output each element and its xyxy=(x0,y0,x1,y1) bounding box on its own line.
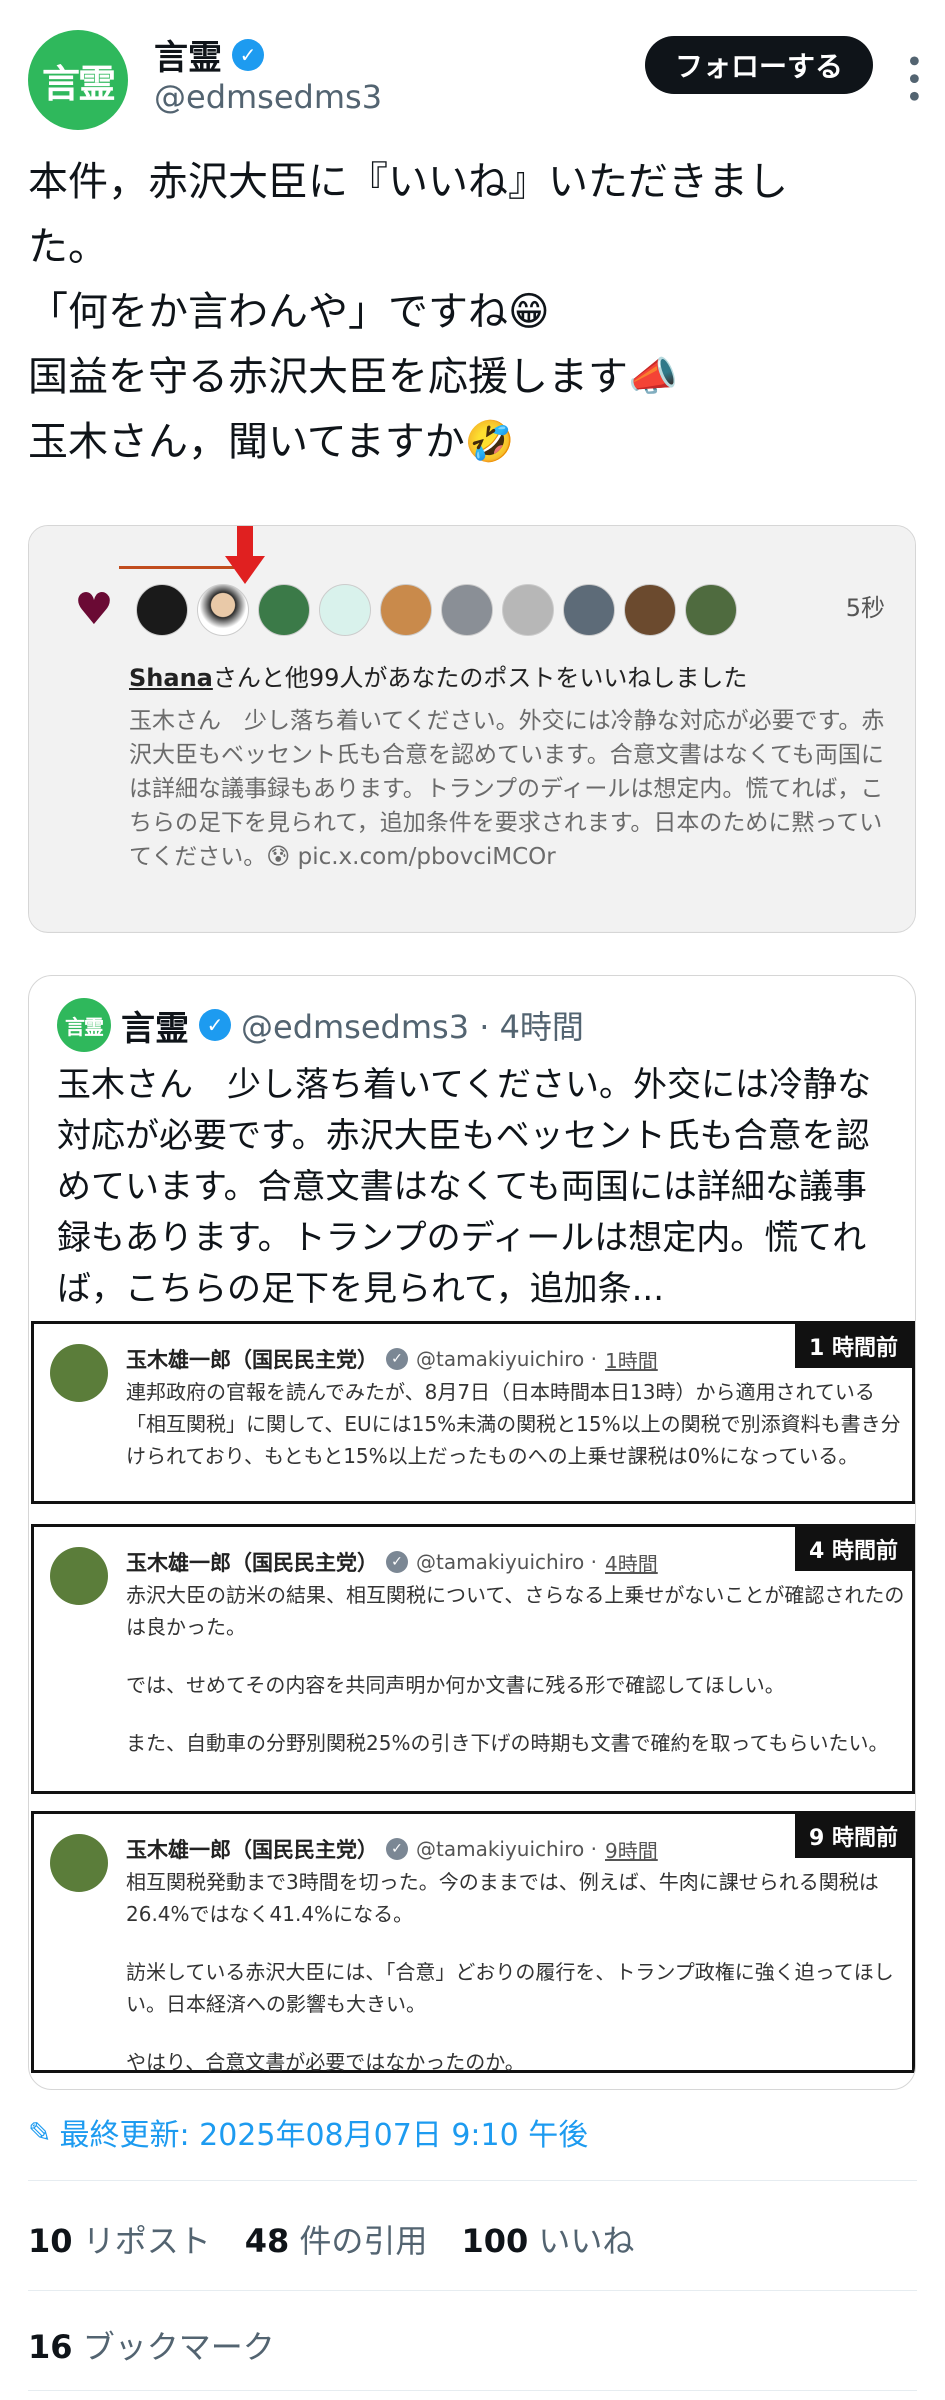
quotes-stat[interactable]: 48 件の引用 xyxy=(245,2216,428,2262)
embedded-handle: @tamakiyuichiro · xyxy=(416,1550,598,1574)
embedded-body: 赤沢大臣の訪米の結果、相互関税について、さらなる上乗せがないことが確認されたのは… xyxy=(126,1579,906,1759)
author-name[interactable]: 言霊 xyxy=(154,30,222,79)
quotes-count: 48 xyxy=(244,2222,290,2260)
liker-avatar xyxy=(380,584,432,636)
liker-avatar xyxy=(258,584,310,636)
embedded-paragraph: やはり、合意文書が必要ではなかったのか。 xyxy=(126,2050,525,2074)
embedded-author-name: 玉木雄一郎（国民民主党） xyxy=(126,1348,378,1372)
reposts-count: 10 xyxy=(28,2222,73,2260)
embedded-author-avatar xyxy=(50,1547,108,1605)
post-line: 「何をか言わんや」ですね😁 xyxy=(28,289,550,335)
more-options-icon[interactable]: ••• xyxy=(895,52,930,105)
embedded-paragraph: 連邦政府の官報を読んでみたが、8月7日（日本時間本日13時）から適用されている「… xyxy=(126,1380,901,1468)
quotes-label: 件の引用 xyxy=(299,2222,428,2260)
embedded-time: 9時間 xyxy=(605,1838,658,1863)
author-handle[interactable]: @edmsedms3 xyxy=(154,78,382,116)
embedded-author-line: 玉木雄一郎（国民民主党） ✓ @tamakiyuichiro · 9時間 xyxy=(126,1834,658,1864)
verified-badge-icon: ✓ xyxy=(232,38,264,71)
notification-screenshot: ♥ 5秒 Shanaさんと他99人があなたのポストをいいねしました 玉木さん 少… xyxy=(29,526,915,931)
divider xyxy=(28,2290,917,2291)
embedded-paragraph: また、自動車の分野別関税25%の引き下げの時期も文書で確約を取ってもらいたい。 xyxy=(126,1731,889,1755)
author-avatar[interactable]: 言霊 xyxy=(28,30,128,130)
embedded-tweet-screenshot: 1 時間前 玉木雄一郎（国民民主党） ✓ @tamakiyuichiro · 1… xyxy=(31,1321,915,1504)
last-updated-text: 最終更新: 2025年08月07日 9:10 午後 xyxy=(59,2118,589,2153)
embedded-time: 4時間 xyxy=(605,1551,658,1576)
quoted-author-avatar: 言霊 xyxy=(57,998,111,1052)
embedded-author-line: 玉木雄一郎（国民民主党） ✓ @tamakiyuichiro · 4時間 xyxy=(126,1547,658,1577)
embedded-body: 相互関税発動まで3時間を切った。今のままでは、例えば、牛肉に課せられる関税は26… xyxy=(126,1866,906,2078)
liker-avatar xyxy=(563,584,615,636)
quoted-post-header: 言霊 言霊 ✓ @edmsedms3 · 4時間 xyxy=(57,998,584,1052)
likes-count: 100 xyxy=(461,2222,529,2260)
embedded-paragraph: 赤沢大臣の訪米の結果、相互関税について、さらなる上乗せがないことが確認されたのは… xyxy=(126,1583,905,1639)
liker-avatar xyxy=(197,584,249,636)
embedded-paragraph: では、せめてその内容を共同声明か何か文書に残る形で確認してほしい。 xyxy=(126,1673,785,1697)
notification-time: 5秒 xyxy=(845,594,885,622)
attached-image-notification[interactable]: ♥ 5秒 Shanaさんと他99人があなたのポストをいいねしました 玉木さん 少… xyxy=(28,525,916,933)
verified-badge-icon: ✓ xyxy=(386,1838,408,1860)
divider xyxy=(28,2390,917,2391)
likes-label: いいね xyxy=(538,2222,635,2260)
author-name-row: 言霊 ✓ xyxy=(154,30,264,79)
liker-avatar xyxy=(441,584,493,636)
post-header: 言霊 言霊 ✓ @edmsedms3 フォローする ••• xyxy=(28,26,930,130)
embedded-handle: @tamakiyuichiro · xyxy=(416,1837,598,1861)
embedded-author-avatar xyxy=(50,1834,108,1892)
post-line: 国益を守る赤沢大臣を応援します📣 xyxy=(28,354,678,400)
quoted-avatar-wrap: 言霊 xyxy=(57,998,111,1052)
notification-title-rest: さんと他99人があなたのポストをいいねしました xyxy=(212,664,748,692)
embedded-time: 1時間 xyxy=(605,1348,658,1373)
embedded-paragraph: 相互関税発動まで3時間を切った。今のままでは、例えば、牛肉に課せられる関税は26… xyxy=(126,1870,879,1926)
reposts-label: リポスト xyxy=(82,2222,211,2260)
quoted-post[interactable]: 言霊 言霊 ✓ @edmsedms3 · 4時間 玉木さん 少し落ち着いてくださ… xyxy=(28,975,916,2090)
liker-avatar xyxy=(685,584,737,636)
embedded-author-avatar xyxy=(50,1344,108,1402)
reposts-stat[interactable]: 10 リポスト xyxy=(28,2216,211,2262)
embedded-author-line: 玉木雄一郎（国民民主党） ✓ @tamakiyuichiro · 1時間 xyxy=(126,1344,658,1374)
notification-title: Shanaさんと他99人があなたのポストをいいねしました xyxy=(129,658,747,693)
heart-icon: ♥ xyxy=(74,584,114,635)
bookmarks-label: ブックマーク xyxy=(82,2328,275,2366)
embedded-body: 連邦政府の官報を読んでみたが、8月7日（日本時間本日13時）から適用されている「… xyxy=(126,1376,906,1472)
embedded-tweet-screenshot: 4 時間前 玉木雄一郎（国民民主党） ✓ @tamakiyuichiro · 4… xyxy=(31,1524,915,1794)
bookmarks-stat[interactable]: 16 ブックマーク xyxy=(28,2322,275,2368)
liker-avatar xyxy=(502,584,554,636)
red-arrow-icon xyxy=(225,526,265,584)
edit-pencil-icon: ✎ xyxy=(28,2115,52,2149)
verified-badge-icon: ✓ xyxy=(386,1348,408,1370)
post-text: 本件，赤沢大臣に『いいね』いただきまし た。 「何をか言わんや」ですね😁 国益を… xyxy=(28,150,908,475)
divider xyxy=(28,2180,917,2181)
embedded-author-name: 玉木雄一郎（国民民主党） xyxy=(126,1551,378,1575)
verified-badge-icon: ✓ xyxy=(199,1009,231,1041)
liker-avatar xyxy=(624,584,676,636)
time-ago-tag: 9 時間前 xyxy=(795,1814,912,1858)
liker-avatar xyxy=(319,584,371,636)
verified-badge-icon: ✓ xyxy=(386,1551,408,1573)
follow-button[interactable]: フォローする xyxy=(644,36,873,94)
last-updated[interactable]: ✎ 最終更新: 2025年08月07日 9:10 午後 xyxy=(28,2110,588,2154)
time-ago-tag: 1 時間前 xyxy=(795,1324,912,1368)
embedded-author-name: 玉木雄一郎（国民民主党） xyxy=(126,1838,378,1862)
notification-user: Shana xyxy=(129,664,213,692)
liker-avatars: ♥ xyxy=(71,584,737,636)
post-line: た。 xyxy=(28,224,108,270)
embedded-paragraph: 訪米している赤沢大臣には、「合意」どおりの履行を、トランプ政権に強く迫ってほしい… xyxy=(126,1960,894,2016)
embedded-tweet-screenshot: 9 時間前 玉木雄一郎（国民民主党） ✓ @tamakiyuichiro · 9… xyxy=(31,1811,915,2074)
notification-body: 玉木さん 少し落ち着いてください。外交には冷静な対応が必要です。赤沢大臣もベッセ… xyxy=(129,704,889,874)
time-ago-tag: 4 時間前 xyxy=(795,1527,912,1571)
notification-link: pic.x.com/pbovciMCOr xyxy=(297,844,556,870)
quoted-handle-time: @edmsedms3 · 4時間 xyxy=(241,1008,584,1046)
bookmarks-count: 16 xyxy=(28,2328,73,2366)
quoted-author-name: 言霊 xyxy=(121,1008,189,1049)
engagement-stats: 10 リポスト 48 件の引用 100 いいね xyxy=(28,2216,634,2262)
embedded-handle: @tamakiyuichiro · xyxy=(416,1347,598,1371)
likes-stat[interactable]: 100 いいね xyxy=(461,2216,634,2262)
liker-avatar xyxy=(136,584,188,636)
quoted-post-text: 玉木さん 少し落ち着いてください。外交には冷静な対応が必要です。赤沢大臣もベッセ… xyxy=(57,1065,871,1309)
post-line: 玉木さん，聞いてますか🤣 xyxy=(28,419,515,465)
post-line: 本件，赤沢大臣に『いいね』いただきまし xyxy=(28,159,788,205)
